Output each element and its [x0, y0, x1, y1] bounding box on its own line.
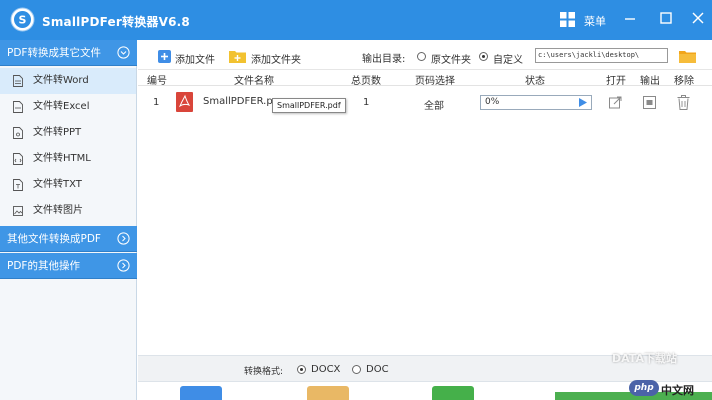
output-dir-label: 输出目录:: [362, 54, 406, 65]
radio-doc-label[interactable]: DOC: [366, 364, 389, 375]
sidebar-item-to-html[interactable]: 文件转HTML: [0, 146, 136, 172]
menu-button[interactable]: 菜单: [584, 13, 606, 29]
document-icon: [13, 153, 23, 165]
row-page-select[interactable]: 全部: [424, 97, 444, 112]
sidebar-group-pdf-other-ops[interactable]: PDF的其他操作: [0, 253, 137, 279]
sidebar-item-to-excel[interactable]: 文件转Excel: [0, 94, 136, 120]
sidebar-group-label: PDF的其他操作: [7, 260, 80, 272]
output-folder-icon[interactable]: [643, 96, 656, 109]
toolbar: 添加文件 添加文件夹 输出目录: 原文件夹 自定义 c:\users\jackl…: [138, 40, 712, 70]
progress-text: 0%: [485, 97, 500, 107]
document-icon: [13, 101, 23, 113]
header-page-select: 页码选择: [415, 76, 455, 87]
svg-text:S: S: [19, 14, 27, 27]
sidebar-item-to-ppt[interactable]: 文件转PPT: [0, 120, 136, 146]
radio-doc[interactable]: [352, 365, 361, 374]
sidebar-item-label: 文件转Word: [33, 75, 89, 86]
progress-bar: 0%: [480, 95, 592, 110]
sidebar-item-label: 文件转Excel: [33, 101, 90, 112]
php-badge: php: [629, 380, 659, 396]
sidebar-group-label: PDF转换成其它文件: [7, 47, 101, 59]
browse-folder-icon[interactable]: [679, 49, 696, 63]
radio-custom-label[interactable]: 自定义: [493, 51, 523, 66]
sidebar: PDF转换成其它文件 文件转Word 文件转Excel 文件转PPT 文件转HT…: [0, 40, 137, 400]
bottom-action-orange[interactable]: [307, 386, 349, 400]
title-bar: S SmallPDFer转换器V6.8 菜单: [0, 0, 712, 40]
sidebar-group-label: 其他文件转换成PDF: [7, 233, 101, 245]
open-external-icon[interactable]: [609, 96, 622, 109]
app-logo-icon: S: [10, 7, 35, 32]
php-watermark-text: 中文网: [661, 384, 694, 397]
header-index: 编号: [147, 76, 167, 87]
header-remove: 移除: [674, 76, 694, 87]
filename-tooltip: SmallPDFER.pdf: [272, 98, 346, 113]
sidebar-item-to-txt[interactable]: 文件转TXT: [0, 172, 136, 198]
sidebar-item-label: 文件转PPT: [33, 127, 82, 138]
expand-down-icon[interactable]: [117, 259, 130, 272]
pdf-file-icon: [176, 92, 193, 112]
close-icon[interactable]: [688, 8, 708, 28]
header-output: 输出: [640, 76, 660, 87]
maximize-icon[interactable]: [656, 8, 676, 28]
bottom-action-blue[interactable]: [180, 386, 222, 400]
play-icon[interactable]: [578, 98, 587, 107]
header-pages: 总页数: [351, 76, 381, 87]
radio-source-folder[interactable]: [417, 52, 426, 61]
bottom-action-green[interactable]: [432, 386, 474, 400]
row-filename: SmallPDFER.pc: [203, 96, 279, 107]
table-header: 编号 文件名称 总页数 页码选择 状态 打开 输出 移除: [138, 70, 712, 87]
header-open: 打开: [606, 76, 626, 87]
app-title: SmallPDFer转换器V6.8: [42, 15, 190, 29]
radio-custom[interactable]: [479, 52, 488, 61]
format-label: 转换格式:: [244, 367, 284, 377]
header-filename: 文件名称: [234, 76, 274, 87]
header-status: 状态: [525, 76, 545, 87]
sidebar-item-label: 文件转HTML: [33, 153, 91, 164]
output-path-input[interactable]: c:\users\jackli\desktop\: [535, 48, 668, 63]
document-icon: [13, 75, 23, 87]
sidebar-item-label: 文件转图片: [33, 205, 83, 216]
document-icon: [13, 127, 23, 139]
add-folder-button[interactable]: 添加文件夹: [251, 51, 301, 66]
trash-icon[interactable]: [677, 95, 690, 110]
image-icon: [13, 206, 23, 216]
table-row[interactable]: 1 SmallPDFER.pc SmallPDFER.pdf 1 全部 0%: [138, 87, 712, 117]
add-folder-icon[interactable]: [229, 49, 246, 63]
radio-docx-label[interactable]: DOCX: [311, 364, 340, 375]
add-file-icon[interactable]: [158, 50, 171, 63]
sidebar-group-other-to-pdf[interactable]: 其他文件转换成PDF: [0, 226, 137, 252]
row-index: 1: [153, 97, 160, 108]
row-pages: 1: [363, 97, 370, 108]
expand-down-icon[interactable]: [117, 232, 130, 245]
sidebar-item-to-image[interactable]: 文件转图片: [0, 198, 136, 224]
sidebar-item-label: 文件转TXT: [33, 179, 82, 190]
minimize-icon[interactable]: [620, 8, 640, 28]
collapse-up-icon[interactable]: [117, 46, 130, 59]
radio-docx[interactable]: [297, 365, 306, 374]
sidebar-group-pdf-to-other[interactable]: PDF转换成其它文件: [0, 40, 137, 66]
watermark-text: DATA下载站: [612, 352, 677, 365]
add-file-button[interactable]: 添加文件: [175, 51, 215, 66]
sidebar-item-to-word[interactable]: 文件转Word: [0, 68, 136, 94]
menu-grid-icon[interactable]: [560, 12, 575, 27]
radio-source-folder-label[interactable]: 原文件夹: [431, 51, 471, 66]
document-icon: [13, 179, 23, 191]
